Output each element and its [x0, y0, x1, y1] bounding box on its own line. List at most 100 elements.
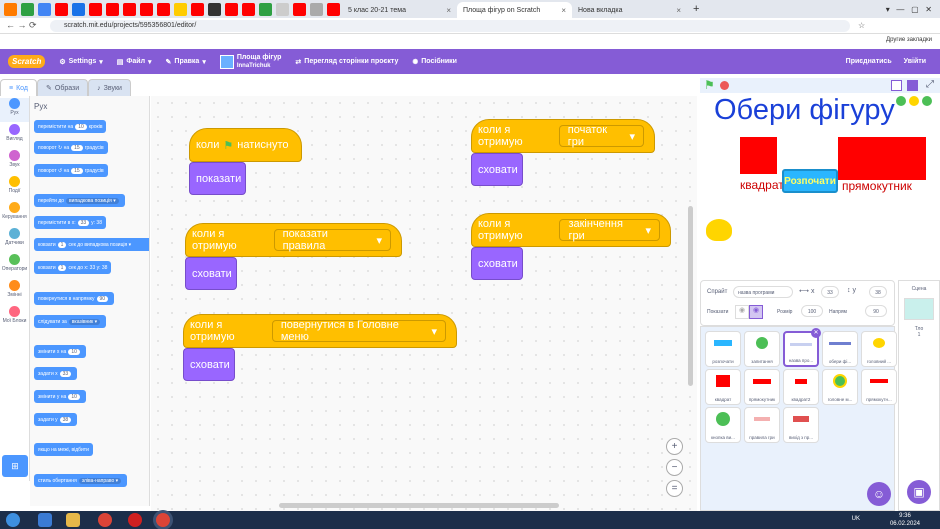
category-events[interactable]: Події — [0, 176, 29, 200]
sprite-tile[interactable]: правила гри — [744, 407, 780, 443]
when-i-receive-block[interactable]: коли я отримую повернутися в Головне мен… — [183, 314, 457, 348]
add-backdrop-button[interactable]: ▣ — [907, 480, 931, 504]
palette-block[interactable]: перейти до випадкова позиція ▾ — [34, 194, 125, 207]
trash-icon[interactable]: ✕ — [811, 328, 821, 338]
sprite-tile[interactable]: розпочати — [705, 331, 741, 367]
when-flag-clicked-block[interactable]: коли ⚑ натиснуто — [189, 128, 302, 162]
fullscreen-icon[interactable]: ⤢ — [926, 79, 934, 90]
tab-favicon-icon[interactable] — [259, 2, 272, 16]
tab-favicon-icon[interactable] — [208, 2, 221, 16]
close-icon[interactable]: × — [676, 6, 681, 15]
category-operators[interactable]: Оператори — [0, 254, 29, 278]
zoom-reset-icon[interactable]: = — [666, 480, 683, 497]
tab-favicon-icon[interactable] — [4, 2, 17, 16]
folder-icon[interactable] — [66, 513, 80, 527]
palette-block[interactable]: задати y 38 — [34, 413, 78, 426]
zoom-out-icon[interactable]: − — [666, 459, 683, 476]
language-indicator[interactable]: UK — [852, 516, 860, 522]
category-sound[interactable]: Звук — [0, 150, 29, 174]
sign-in-link[interactable]: Увійти — [904, 58, 926, 65]
window-controls[interactable]: ▾ — ▢ ✕ — [886, 5, 932, 14]
when-i-receive-block[interactable]: коли я отримую показати правила ▾ — [185, 223, 402, 257]
green-flag-icon[interactable]: ⚑ — [704, 78, 715, 92]
sprite-tile[interactable]: квадрат — [705, 369, 741, 405]
youtube-tab-icon[interactable] — [191, 2, 204, 16]
vertical-scrollbar[interactable] — [688, 206, 693, 386]
scratch-logo[interactable]: Scratch — [8, 55, 46, 68]
tab-costumes[interactable]: ✎ Образи — [37, 79, 89, 96]
close-icon[interactable]: × — [561, 6, 566, 15]
tab-favicon-icon[interactable] — [38, 2, 51, 16]
new-tab-icon[interactable]: + — [693, 3, 699, 15]
tab-3[interactable]: Нова вкладка × — [572, 2, 687, 18]
palette-block[interactable]: повернутися в напрямку 90 — [34, 292, 115, 305]
other-bookmarks[interactable]: Другие закладки — [886, 37, 932, 43]
when-i-receive-block[interactable]: коли я отримую закінчення гри ▾ — [471, 213, 671, 247]
see-project-page-button[interactable]: ⇄ Перегляд сторінки проєкту — [295, 58, 398, 66]
palette-block[interactable]: якщо на межі, відбити — [34, 443, 93, 456]
y-input[interactable]: 38 — [869, 286, 887, 298]
start-button[interactable]: Розпочати — [782, 169, 838, 193]
sprite-tile[interactable]: прямокутн... — [861, 369, 897, 405]
stage-canvas[interactable]: Обери фігуру квадрат прямокутник Розпоча… — [700, 93, 940, 271]
join-scratch-link[interactable]: Приєднатись — [846, 58, 892, 65]
sprite-tile[interactable]: запитання — [744, 331, 780, 367]
add-extension-button[interactable]: ⊞ — [2, 455, 28, 477]
block-input[interactable]: 10 — [75, 123, 87, 130]
youtube-tab-icon[interactable] — [55, 2, 68, 16]
block-input[interactable]: 33 — [59, 370, 72, 377]
chrome-active-icon[interactable] — [156, 513, 170, 527]
category-my-blocks[interactable]: Мої Блоки — [0, 306, 29, 330]
sprite-tile[interactable]: квадрат2 — [783, 369, 819, 405]
project-info[interactable]: Площа фігур InnaTrichuk — [219, 54, 281, 70]
tab-favicon-icon[interactable] — [72, 2, 85, 16]
stage-thumbnail[interactable] — [904, 298, 934, 320]
rectangle-shape[interactable] — [838, 137, 926, 180]
sprite-tile[interactable]: кнопка ви... — [705, 407, 741, 443]
palette-block[interactable]: поворот ↻ на 15 градусів — [34, 141, 108, 154]
block-input[interactable]: 15 — [71, 167, 83, 174]
sprite-name-input[interactable]: назва програми — [733, 286, 793, 298]
size-input[interactable]: 100 — [801, 305, 823, 317]
youtube-tab-icon[interactable] — [89, 2, 102, 16]
category-motion[interactable]: Рух — [0, 98, 29, 122]
stop-icon[interactable] — [720, 81, 729, 90]
tab-sounds[interactable]: ♪ Звуки — [88, 79, 131, 96]
file-menu[interactable]: ▤ Файл ▾ — [117, 58, 152, 66]
hide-block[interactable]: сховати — [471, 247, 523, 280]
tab-favicon-icon[interactable] — [276, 2, 289, 16]
category-variables[interactable]: Змінні — [0, 280, 29, 304]
hide-block[interactable]: сховати — [471, 153, 523, 186]
youtube-tab-icon[interactable] — [225, 2, 238, 16]
block-dropdown[interactable]: вказівник ▾ — [68, 318, 101, 325]
category-control[interactable]: Керування — [0, 202, 29, 226]
horizontal-scrollbar[interactable] — [279, 503, 559, 508]
sprite-tile[interactable]: головне м... — [822, 369, 858, 405]
palette-block[interactable]: ковзати 1 сек до x: 33 y: 38 — [34, 261, 112, 274]
youtube-tab-icon[interactable] — [157, 2, 170, 16]
tab-1[interactable]: 5 клас 20-21 тема × — [342, 2, 457, 18]
stage-panel[interactable]: Сцена Тло 1 ▣ — [898, 280, 940, 511]
close-icon[interactable]: × — [446, 6, 451, 15]
sprite-tile[interactable]: прямокутник — [744, 369, 780, 405]
category-sensing[interactable]: Датчики — [0, 228, 29, 252]
palette-block[interactable]: задати x 33 — [34, 367, 78, 380]
tab-code[interactable]: ≡ Код — [0, 79, 37, 96]
sprite-tile[interactable]: обери фі... — [822, 331, 858, 367]
eye-off-icon[interactable]: ◉ — [749, 305, 763, 319]
palette-block[interactable]: перемістити в x: 33 y: 38 — [34, 216, 106, 229]
youtube-tab-icon[interactable] — [140, 2, 153, 16]
settings-menu[interactable]: ⚙ Settings ▾ — [59, 58, 102, 66]
youtube-tab-icon[interactable] — [327, 2, 340, 16]
sprite-tile[interactable]: вихід з пр... — [783, 407, 819, 443]
star-icon[interactable]: ☆ — [858, 21, 865, 30]
clock[interactable]: 9:36 06.02.2024 — [890, 512, 920, 528]
square-shape[interactable] — [740, 137, 777, 174]
chrome-icon[interactable] — [98, 513, 112, 527]
message-dropdown[interactable]: закінчення гри ▾ — [559, 218, 660, 242]
tab-favicon-icon[interactable] — [174, 2, 187, 16]
message-dropdown[interactable]: початок гри ▾ — [558, 124, 644, 148]
youtube-tab-icon[interactable] — [106, 2, 119, 16]
youtube-tab-icon[interactable] — [123, 2, 136, 16]
block-input[interactable]: 1 — [57, 241, 67, 248]
